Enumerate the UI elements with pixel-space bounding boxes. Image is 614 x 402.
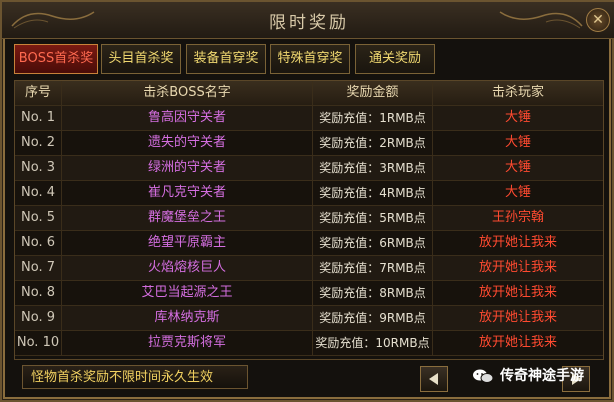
arrow-left-icon [429,373,438,385]
header-boss: 击杀BOSS名字 [62,81,313,105]
wechat-icon [473,369,494,383]
boss-name: 火焰熔核巨人 [62,256,313,280]
killer-name: 大锤 [504,135,531,150]
tab-boss-first-kill[interactable]: BOSS首杀奖 [14,44,98,74]
tab-clear-reward[interactable]: 通关奖励 [355,44,435,74]
killer-name: 大锤 [504,110,531,125]
boss-name: 崔凡克守关者 [62,181,313,205]
row-index: No. 3 [15,156,62,180]
row-index: No. 5 [15,206,62,230]
killer-name: 放开她让我来 [478,260,557,275]
boss-name: 绝望平原霸主 [62,231,313,255]
boss-name: 遗失的守关者 [62,131,313,155]
ornament-right-icon [499,11,583,29]
boss-name: 鲁高因守关者 [62,106,313,130]
table-row: No. 10 拉贾克斯将军 奖励充值：10RMB点 放开她让我来 [15,331,603,356]
table-row: No. 1 鲁高因守关者 奖励充值：1RMB点 大锤 [15,106,603,131]
table-row: No. 9 库林纳克斯 奖励充值：9RMB点 放开她让我来 [15,306,603,331]
row-index: No. 10 [15,331,62,355]
table-row: No. 3 绿洲的守关者 奖励充值：3RMB点 大锤 [15,156,603,181]
reward-amount: 奖励充值：1RMB点 [313,106,433,130]
killer-name: 放开她让我来 [478,335,557,350]
table-row: No. 8 艾巴当起源之王 奖励充值：8RMB点 放开她让我来 [15,281,603,306]
prev-page-button[interactable] [420,366,448,392]
row-index: No. 7 [15,256,62,280]
header-reward: 奖励金额 [313,81,433,105]
reward-amount: 奖励充值：8RMB点 [313,281,433,305]
watermark: 传奇神途手游 [470,362,584,390]
tab-leader-first-kill[interactable]: 头目首杀奖 [101,44,181,74]
header-index: 序号 [15,81,62,105]
row-index: No. 2 [15,131,62,155]
reward-table: 序号 击杀BOSS名字 奖励金额 击杀玩家 No. 1 鲁高因守关者 奖励充值：1R… [14,80,604,360]
reward-amount: 奖励充值：6RMB点 [313,231,433,255]
reward-amount: 奖励充值：10RMB点 [313,331,433,355]
watermark-text: 传奇神途手游 [500,368,584,384]
row-index: No. 4 [15,181,62,205]
killer-name: 大锤 [504,185,531,200]
title-bar: 限时奖励 ✕ [2,2,614,39]
reward-amount: 奖励充值：4RMB点 [313,181,433,205]
row-index: No. 6 [15,231,62,255]
close-button[interactable]: ✕ [586,8,610,32]
close-icon: ✕ [592,12,604,28]
tab-equipment-first-wear[interactable]: 装备首穿奖 [186,44,266,74]
killer-name: 放开她让我来 [478,310,557,325]
table-row: No. 2 遗失的守关者 奖励充值：2RMB点 大锤 [15,131,603,156]
boss-name: 群魔堡垒之王 [62,206,313,230]
boss-name: 艾巴当起源之王 [62,281,313,305]
reward-window: 限时奖励 ✕ BOSS首杀奖 头目首杀奖 装备首穿奖 特殊首穿奖 通关奖励 序号… [0,0,614,402]
boss-name: 拉贾克斯将军 [62,331,313,355]
reward-amount: 奖励充值：3RMB点 [313,156,433,180]
tab-special-first-wear[interactable]: 特殊首穿奖 [270,44,350,74]
boss-name: 库林纳克斯 [62,306,313,330]
reward-amount: 奖励充值：9RMB点 [313,306,433,330]
killer-name: 放开她让我来 [478,285,557,300]
table-row: No. 7 火焰熔核巨人 奖励充值：7RMB点 放开她让我来 [15,256,603,281]
table-row: No. 6 绝望平原霸主 奖励充值：6RMB点 放开她让我来 [15,231,603,256]
killer-name: 放开她让我来 [478,235,557,250]
row-index: No. 8 [15,281,62,305]
row-index: No. 1 [15,106,62,130]
row-index: No. 9 [15,306,62,330]
reward-amount: 奖励充值：7RMB点 [313,256,433,280]
killer-name: 王孙宗翰 [491,210,544,225]
table-row: No. 5 群魔堡垒之王 奖励充值：5RMB点 王孙宗翰 [15,206,603,231]
table-header: 序号 击杀BOSS名字 奖励金额 击杀玩家 [15,81,603,106]
reward-amount: 奖励充值：2RMB点 [313,131,433,155]
header-player: 击杀玩家 [491,85,544,100]
table-row: No. 4 崔凡克守关者 奖励充值：4RMB点 大锤 [15,181,603,206]
killer-name: 大锤 [504,160,531,175]
reward-amount: 奖励充值：5RMB点 [313,206,433,230]
footer-note: 怪物首杀奖励不限时间永久生效 [22,365,248,389]
boss-name: 绿洲的守关者 [62,156,313,180]
